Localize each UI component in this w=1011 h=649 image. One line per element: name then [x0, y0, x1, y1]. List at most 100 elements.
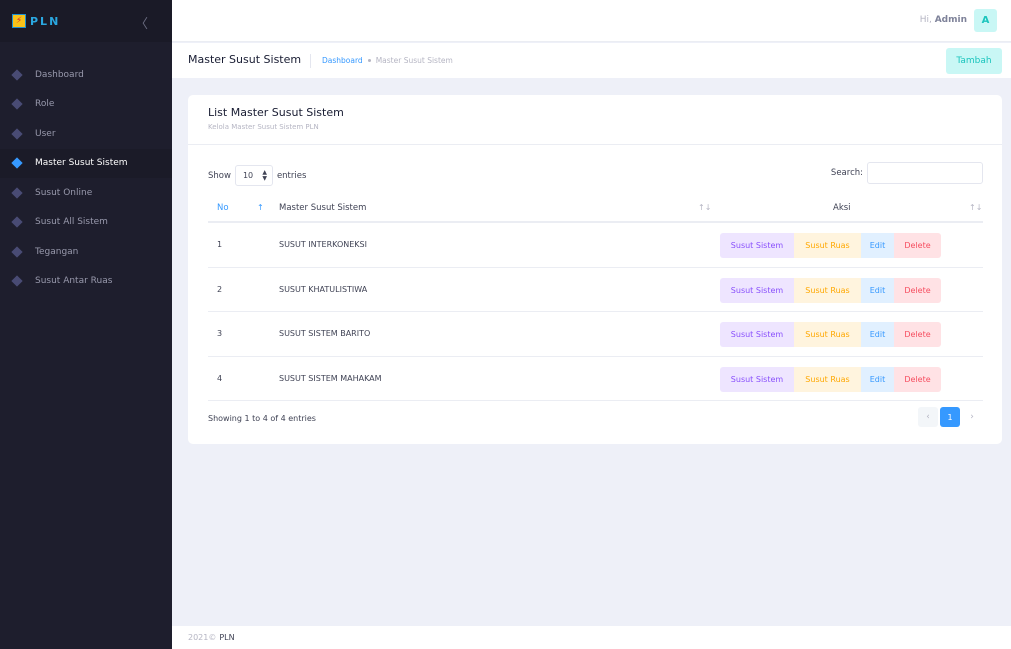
susut-sistem-button[interactable]: Susut Sistem — [720, 233, 794, 258]
cell-no: 1 — [217, 240, 223, 249]
pagination-prev-button[interactable]: ‹ — [918, 407, 938, 427]
delete-button[interactable]: Delete — [894, 277, 941, 303]
search-box: Search: — [831, 162, 983, 184]
sidebar-item-susut-all-sistem[interactable]: Susut All Sistem — [0, 208, 172, 238]
pagination-next-button[interactable]: › — [962, 407, 982, 427]
cell-name: SUSUT KHATULISTIWA — [279, 284, 368, 294]
susut-sistem-button[interactable]: Susut Sistem — [720, 322, 794, 347]
edit-button[interactable]: Edit — [861, 322, 894, 347]
breadcrumb-dashboard[interactable]: Dashboard — [322, 56, 363, 65]
susut-sistem-button[interactable]: Susut Sistem — [720, 366, 794, 392]
breadcrumb-current: Master Susut Sistem — [375, 56, 453, 65]
search-label: Search: — [830, 168, 863, 178]
sidebar-item-label: Susut All Sistem — [35, 217, 108, 228]
susut-sistem-button[interactable]: Susut Sistem — [720, 277, 794, 303]
brand: ⚡ PLN 〈 — [0, 0, 172, 42]
show-label: Show — [208, 170, 231, 181]
sidebar-item-susut-antar-ruas[interactable]: Susut Antar Ruas — [0, 267, 172, 297]
row-actions: Susut Sistem Susut Ruas Edit Delete — [720, 322, 941, 347]
susut-ruas-button[interactable]: Susut Ruas — [794, 366, 861, 392]
diamond-icon — [11, 128, 23, 140]
diamond-icon — [11, 98, 23, 110]
column-header-aksi[interactable]: Aksi — [833, 203, 851, 213]
sidebar: ⚡ PLN 〈 Dashboard Role User Master Susut… — [0, 0, 172, 649]
logo-glyph: ⚡ — [15, 16, 23, 26]
row-actions: Susut Sistem Susut Ruas Edit Delete — [720, 366, 941, 392]
sort-icon[interactable]: ↑↓ — [698, 203, 711, 212]
table-row: 3 SUSUT SISTEM BARITO Susut Sistem Susut… — [208, 312, 983, 357]
sidebar-item-label: Susut Antar Ruas — [35, 276, 113, 287]
sort-asc-icon[interactable]: ↑ — [257, 203, 264, 212]
susut-ruas-button[interactable]: Susut Ruas — [794, 277, 861, 303]
avatar[interactable]: A — [974, 9, 997, 32]
cell-no: 4 — [217, 373, 223, 383]
sidebar-item-tegangan[interactable]: Tegangan — [0, 237, 172, 267]
diamond-icon — [11, 157, 23, 169]
sidebar-item-label: Dashboard — [35, 69, 84, 80]
greeting-text: Hi, — [919, 15, 932, 25]
susut-ruas-button[interactable]: Susut Ruas — [794, 233, 861, 258]
sidebar-item-dashboard[interactable]: Dashboard — [0, 60, 172, 90]
pagination: ‹ 1 › — [916, 407, 982, 427]
sidebar-item-label: Tegangan — [35, 246, 79, 257]
sidebar-item-label: Master Susut Sistem — [35, 158, 128, 169]
card-title: List Master Susut Sistem — [208, 106, 344, 119]
table-row: 4 SUSUT SISTEM MAHAKAM Susut Sistem Susu… — [208, 357, 983, 401]
diamond-icon — [11, 187, 23, 199]
entries-label: entries — [276, 170, 307, 181]
brand-name[interactable]: PLN — [30, 15, 60, 28]
cell-no: 2 — [217, 284, 223, 294]
row-actions: Susut Sistem Susut Ruas Edit Delete — [720, 277, 941, 303]
pagination-page-1[interactable]: 1 — [940, 407, 960, 427]
table-row: 1 SUSUT INTERKONEKSI Susut Sistem Susut … — [208, 223, 983, 268]
page-footer: 2021© PLN — [172, 626, 1011, 649]
edit-button[interactable]: Edit — [861, 277, 894, 303]
diamond-icon — [11, 69, 23, 81]
edit-button[interactable]: Edit — [861, 233, 894, 258]
table-row: 2 SUSUT KHATULISTIWA Susut Sistem Susut … — [208, 268, 983, 312]
user-greeting[interactable]: Hi, Admin — [920, 15, 967, 25]
title-divider — [310, 54, 311, 68]
entries-select[interactable]: 10 ▲ ▼ — [234, 165, 273, 186]
entries-select-value: 10 — [242, 171, 254, 180]
chevron-left-icon[interactable]: 〈 — [135, 13, 148, 32]
edit-button[interactable]: Edit — [861, 366, 894, 392]
user-name: Admin — [934, 15, 967, 25]
tambah-button[interactable]: Tambah — [946, 48, 1002, 74]
breadcrumb-separator — [367, 59, 371, 62]
row-actions: Susut Sistem Susut Ruas Edit Delete — [720, 233, 941, 258]
card-header: List Master Susut Sistem Kelola Master S… — [188, 95, 1002, 145]
column-header-name[interactable]: Master Susut Sistem — [279, 203, 366, 213]
delete-button[interactable]: Delete — [894, 366, 941, 392]
search-input[interactable] — [867, 162, 983, 184]
cell-name: SUSUT SISTEM BARITO — [279, 329, 371, 338]
sidebar-item-susut-online[interactable]: Susut Online — [0, 178, 172, 208]
delete-button[interactable]: Delete — [894, 233, 941, 258]
list-card: List Master Susut Sistem Kelola Master S… — [188, 95, 1002, 444]
footer-brand-link[interactable]: PLN — [219, 633, 234, 642]
sidebar-item-label: Susut Online — [35, 187, 93, 198]
sidebar-item-user[interactable]: User — [0, 119, 172, 149]
pln-logo-icon[interactable]: ⚡ — [12, 14, 26, 28]
sort-icon[interactable]: ↑↓ — [969, 203, 982, 212]
sidebar-item-role[interactable]: Role — [0, 90, 172, 120]
data-table: No ↑ Master Susut Sistem ↑↓ Aksi ↑↓ 1 SU… — [208, 195, 983, 401]
sidebar-item-label: User — [35, 128, 56, 139]
table-header: No ↑ Master Susut Sistem ↑↓ Aksi ↑↓ — [208, 195, 983, 223]
card-subtitle: Kelola Master Susut Sistem PLN — [208, 123, 319, 131]
entries-length: Show 10 ▲ ▼ entries — [208, 165, 306, 186]
column-header-no[interactable]: No — [217, 203, 229, 213]
sidebar-item-label: Role — [35, 99, 55, 110]
delete-button[interactable]: Delete — [894, 322, 941, 347]
sidebar-menu: Dashboard Role User Master Susut Sistem … — [0, 60, 172, 296]
diamond-icon — [11, 216, 23, 228]
cell-name: SUSUT INTERKONEKSI — [279, 240, 367, 249]
cell-no: 3 — [217, 329, 223, 338]
susut-ruas-button[interactable]: Susut Ruas — [794, 322, 861, 347]
sidebar-item-master-susut-sistem[interactable]: Master Susut Sistem — [0, 148, 172, 178]
diamond-icon — [11, 275, 23, 287]
top-header: Hi, Admin A — [172, 0, 1011, 42]
diamond-icon — [11, 246, 23, 258]
cell-name: SUSUT SISTEM MAHAKAM — [279, 373, 382, 383]
table-info: Showing 1 to 4 of 4 entries — [208, 414, 316, 423]
